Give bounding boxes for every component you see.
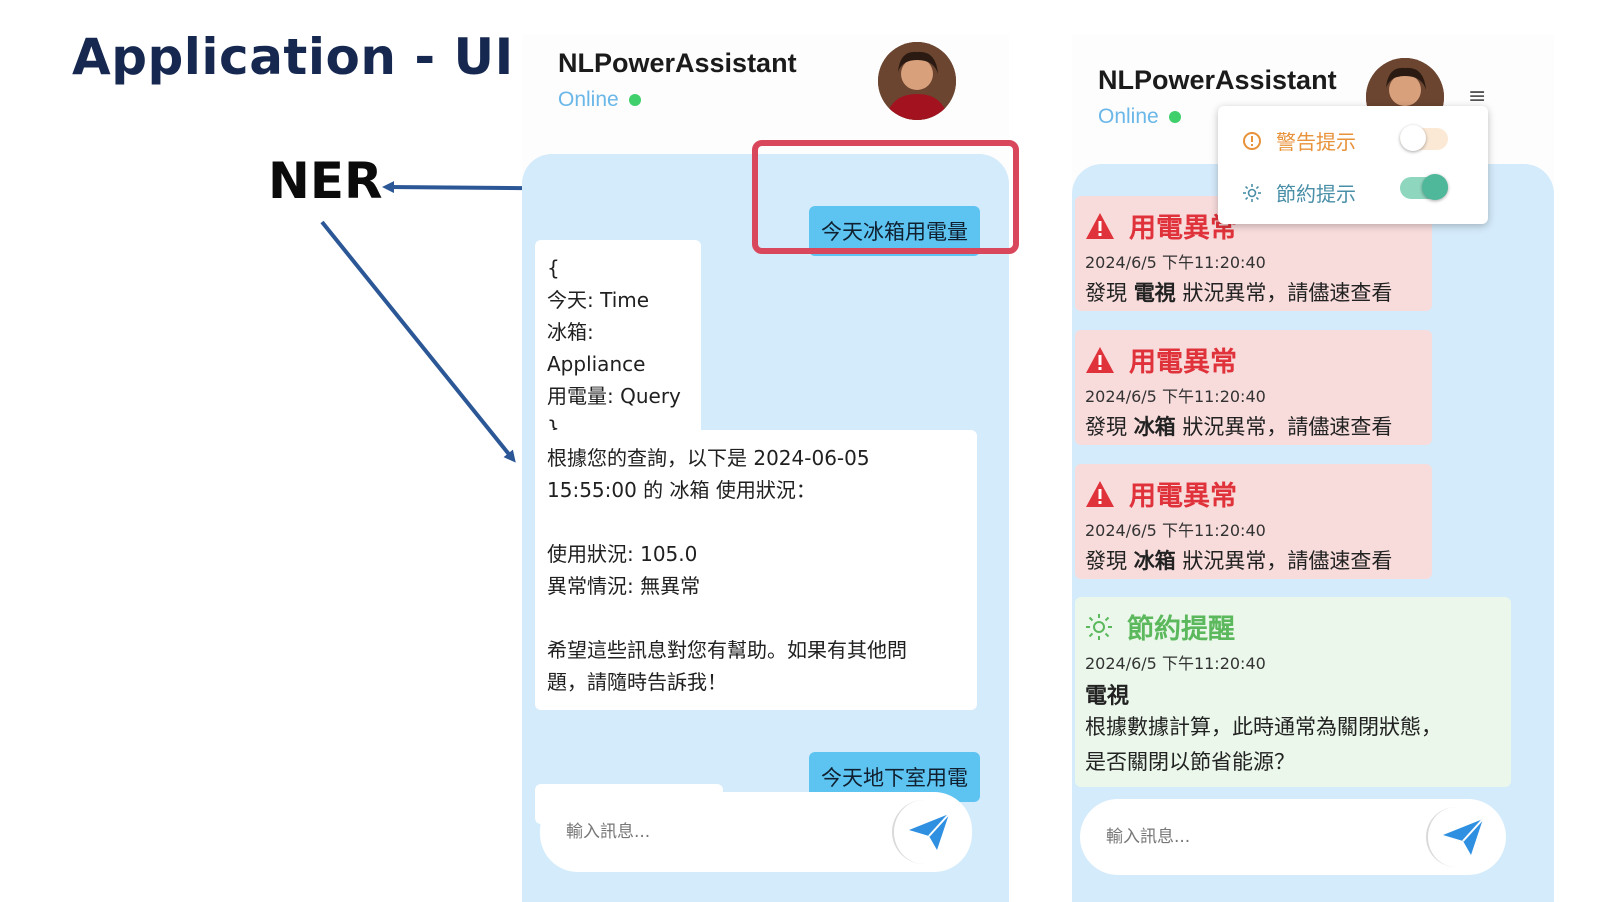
slide-title: Application - UI [72, 28, 514, 86]
alert-device: 冰箱 [1133, 549, 1176, 573]
alert-title: 用電異常 [1129, 347, 1237, 378]
saving-title: 節約提醒 [1127, 614, 1235, 645]
alert-message: 發現 冰箱 狀況異常，請儘速查看 [1085, 549, 1393, 573]
alert-title: 用電異常 [1129, 481, 1237, 512]
alert-time: 2024/6/5 下午11:20:40 [1085, 387, 1266, 406]
status-text: Online [1098, 105, 1159, 128]
message-input-bar [540, 792, 972, 872]
saving-message-line2: 是否關閉以節省能源？ [1085, 750, 1295, 774]
app-name: NLPowerAssistant [1098, 65, 1337, 95]
online-status: Online [558, 88, 641, 112]
send-button[interactable] [1426, 807, 1498, 867]
status-text: Online [558, 88, 619, 111]
sun-icon [1086, 613, 1112, 640]
saving-card[interactable]: 節約提醒 2024/6/5 下午11:20:40 電視 根據數據計算，此時通常為… [1075, 597, 1511, 787]
online-status: Online [1098, 105, 1181, 129]
alert-device: 電視 [1133, 281, 1176, 305]
warning-icon [1086, 480, 1114, 507]
alert-card[interactable]: 用電異常 2024/6/5 下午11:20:40 發現 冰箱 狀況異常，請儘速查… [1075, 464, 1432, 579]
message-input[interactable] [566, 822, 866, 842]
alert-circle-icon [1243, 131, 1261, 150]
menu-item-saving[interactable]: 節約提示 [1242, 174, 1448, 207]
bot-message-ner: { 今天: Time 冰箱: Appliance 用電量: Query } [535, 240, 701, 456]
avatar[interactable] [878, 42, 956, 120]
warning-icon [1086, 212, 1114, 239]
notification-settings-menu: 警告提示 節約提示 [1218, 106, 1488, 224]
status-dot-icon [628, 94, 641, 106]
ner-label: NER [268, 152, 383, 210]
alert-message: 發現 電視 狀況異常，請儘速查看 [1085, 281, 1393, 305]
status-dot-icon [1168, 111, 1181, 123]
sun-icon [1243, 183, 1261, 202]
alert-card[interactable]: 用電異常 2024/6/5 下午11:20:40 發現 冰箱 狀況異常，請儘速查… [1075, 330, 1432, 445]
saving-device: 電視 [1085, 684, 1130, 709]
saving-time: 2024/6/5 下午11:20:40 [1085, 654, 1266, 673]
arrow-to-ner-output [320, 220, 516, 463]
menu-item-label: 節約提示 [1276, 182, 1356, 206]
message-input[interactable] [1106, 827, 1406, 847]
alert-message: 發現 冰箱 狀況異常，請儘速查看 [1085, 415, 1393, 439]
message-input-bar [1080, 799, 1506, 875]
highlight-box [752, 140, 1019, 254]
menu-item-label: 警告提示 [1276, 130, 1356, 154]
app-name: NLPowerAssistant [558, 48, 797, 78]
warning-icon [1086, 346, 1114, 373]
send-button[interactable] [892, 800, 964, 864]
alert-time: 2024/6/5 下午11:20:40 [1085, 521, 1266, 540]
saving-toggle[interactable] [1400, 174, 1448, 200]
bot-message-answer: 根據您的查詢，以下是 2024-06-05 15:55:00 的 冰箱 使用狀況… [535, 430, 977, 710]
alert-time: 2024/6/5 下午11:20:40 [1085, 253, 1266, 272]
chat-area[interactable]: 今天冰箱用電量 { 今天: Time 冰箱: Appliance 用電量: Qu… [522, 154, 1009, 902]
send-icon [909, 813, 950, 850]
send-icon [1443, 818, 1484, 855]
saving-message-line1: 根據數據計算，此時通常為關閉狀態， [1085, 715, 1442, 739]
alert-device: 冰箱 [1133, 415, 1176, 439]
menu-item-warning[interactable]: 警告提示 [1242, 125, 1448, 155]
warning-toggle[interactable] [1400, 125, 1448, 151]
